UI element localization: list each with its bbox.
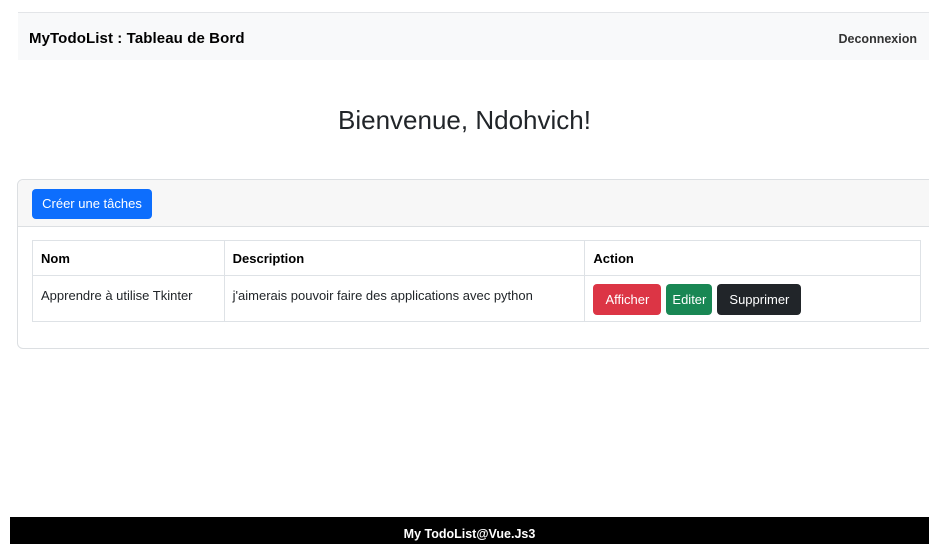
footer-text: My TodoList@Vue.Js3 [403, 527, 536, 541]
column-header-name: Nom [32, 240, 225, 276]
brand-title[interactable]: MyTodoList : Tableau de Bord [29, 30, 245, 47]
column-header-description: Description [223, 240, 586, 276]
navbar: MyTodoList : Tableau de Bord Deconnexion [18, 12, 929, 60]
logout-link[interactable]: Deconnexion [839, 32, 918, 46]
welcome-heading: Bienvenue, Ndohvich! [338, 105, 591, 135]
footer: My TodoList@Vue.Js3 [10, 517, 929, 544]
table-row: Apprendre à utilise Tkinter j'aimerais p… [32, 275, 921, 322]
task-actions-cell: Afficher Editer Supprimer [584, 275, 921, 322]
show-task-button[interactable]: Afficher [593, 284, 662, 315]
tasks-card: Créer une tâches Nom Description Action … [17, 179, 929, 349]
task-description-cell: j'aimerais pouvoir faire des application… [223, 275, 586, 322]
create-task-button[interactable]: Créer une tâches [32, 189, 152, 219]
task-name-cell: Apprendre à utilise Tkinter [32, 275, 225, 322]
column-header-action: Action [584, 240, 921, 276]
delete-task-button[interactable]: Supprimer [717, 284, 802, 315]
edit-task-button[interactable]: Editer [666, 284, 713, 315]
table-header-row: Nom Description Action [32, 240, 921, 276]
tasks-card-header: Créer une tâches [18, 180, 929, 227]
tasks-table: Nom Description Action Apprendre à utili… [32, 240, 921, 322]
page: MyTodoList : Tableau de Bord Deconnexion… [0, 0, 929, 544]
